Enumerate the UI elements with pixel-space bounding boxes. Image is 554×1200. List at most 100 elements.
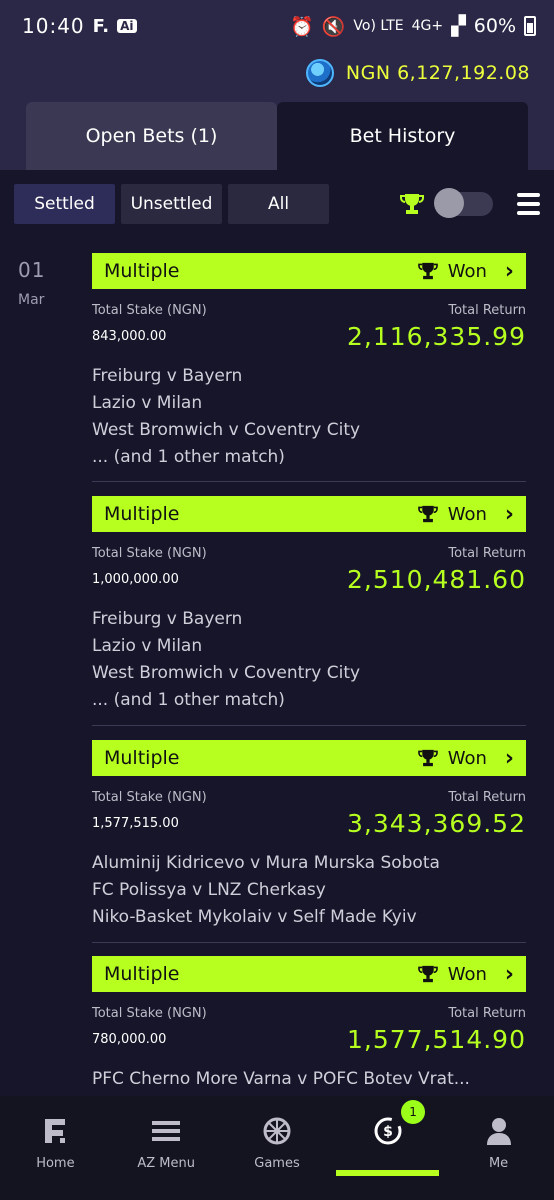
match-list: Aluminij Kidricevo v Mura Murska Sobota … xyxy=(92,850,526,931)
nav-home[interactable]: Home xyxy=(0,1096,111,1200)
bet-type: Multiple xyxy=(104,747,180,769)
stake-amount: 780,000.00 xyxy=(92,1032,167,1047)
bet-status: Won xyxy=(447,260,487,282)
bet-card[interactable]: Multiple Won › Total Stake (NGN) Total R… xyxy=(92,253,526,471)
return-amount: 2,116,335.99 xyxy=(347,322,526,351)
filter-settled-button[interactable]: Settled xyxy=(14,184,116,224)
chevron-right-icon[interactable]: › xyxy=(505,746,514,771)
chevron-right-icon[interactable]: › xyxy=(505,259,514,284)
total-return-label: Total Return xyxy=(448,546,526,561)
alarm-icon: ⏰ xyxy=(290,15,314,38)
match-list: Freiburg v Bayern Lazio v Milan West Bro… xyxy=(92,606,526,714)
list-menu-icon[interactable] xyxy=(516,193,540,215)
match-item: PFC Cherno More Varna v POFC Botev Vrat.… xyxy=(92,1069,470,1089)
bet-type: Multiple xyxy=(104,503,180,525)
nav-my-bets[interactable]: 1 $ xyxy=(332,1096,443,1200)
total-stake-label: Total Stake (NGN) xyxy=(92,1006,207,1021)
svg-text:$: $ xyxy=(383,1124,393,1140)
divider xyxy=(92,481,526,482)
bet-status: Won xyxy=(447,963,487,985)
status-bar: 10:40 F. Ai ⏰ 🔇 Vo) LTE 4G+ ▞ 60% xyxy=(0,0,554,52)
battery-icon xyxy=(524,16,536,36)
total-stake-label: Total Stake (NGN) xyxy=(92,790,207,805)
nav-games[interactable]: Games xyxy=(222,1096,333,1200)
stake-amount: 1,000,000.00 xyxy=(92,572,179,587)
header: NGN 6,127,192.08 Open Bets (1) Bet Histo… xyxy=(0,52,554,170)
bets-count-badge: 1 xyxy=(401,1100,426,1124)
won-trophy-icon xyxy=(417,749,438,767)
total-return-label: Total Return xyxy=(448,303,526,318)
nav-az-menu-label: AZ Menu xyxy=(137,1156,195,1171)
bet-card-header[interactable]: Multiple Won › xyxy=(92,496,526,532)
match-item: ... (and 1 other match) xyxy=(92,447,285,467)
match-list: PFC Cherno More Varna v POFC Botev Vrat.… xyxy=(92,1066,526,1093)
date-group: 01 Mar xyxy=(18,258,58,308)
won-trophy-icon xyxy=(417,965,438,983)
bet-type: Multiple xyxy=(104,260,180,282)
filter-all-button[interactable]: All xyxy=(228,184,330,224)
won-trophy-icon xyxy=(417,262,438,280)
won-trophy-icon xyxy=(417,505,438,523)
match-item: West Bromwich v Coventry City xyxy=(92,420,361,440)
filter-row: Settled Unsettled All xyxy=(14,184,540,224)
bet-status: Won xyxy=(447,747,487,769)
match-item: Niko-Basket Mykolaiv v Self Made Kyiv xyxy=(92,907,417,927)
match-item: Aluminij Kidricevo v Mura Murska Sobota xyxy=(92,853,440,873)
balance-amount: NGN 6,127,192.08 xyxy=(345,62,530,84)
match-item: West Bromwich v Coventry City xyxy=(92,663,361,683)
trophy-icon[interactable] xyxy=(399,191,424,217)
balance-area[interactable]: NGN 6,127,192.08 xyxy=(305,58,530,88)
bet-card-header[interactable]: Multiple Won › xyxy=(92,740,526,776)
signal-label: 4G+ xyxy=(411,18,444,34)
bet-card-header[interactable]: Multiple Won › xyxy=(92,253,526,289)
return-amount: 2,510,481.60 xyxy=(347,565,526,594)
won-only-toggle[interactable] xyxy=(434,188,493,218)
menu-icon xyxy=(152,1116,181,1146)
network-label: Vo) LTE xyxy=(353,18,404,34)
app-f-icon: F. xyxy=(92,15,110,37)
bet-status: Won xyxy=(447,503,487,525)
date-month: Mar xyxy=(18,292,45,308)
games-wheel-icon xyxy=(263,1116,291,1146)
chevron-right-icon[interactable]: › xyxy=(505,962,514,987)
filter-unsettled-button[interactable]: Unsettled xyxy=(121,184,223,224)
date-day: 01 xyxy=(18,258,46,282)
nav-games-label: Games xyxy=(254,1156,300,1171)
match-item: Lazio v Milan xyxy=(92,393,203,413)
match-item: Freiburg v Bayern xyxy=(92,366,243,386)
mybets-icon: $ xyxy=(373,1116,403,1146)
signal-bars-icon: ▞ xyxy=(451,15,466,37)
bet-card[interactable]: Multiple Won › Total Stake (NGN) Total R… xyxy=(92,956,526,1093)
bet-card[interactable]: Multiple Won › Total Stake (NGN) Total R… xyxy=(92,740,526,931)
total-return-label: Total Return xyxy=(448,1006,526,1021)
nav-me[interactable]: Me xyxy=(443,1096,554,1200)
tab-bet-history[interactable]: Bet History xyxy=(277,102,528,170)
divider xyxy=(92,725,526,726)
bet-tabs: Open Bets (1) Bet History xyxy=(26,102,528,170)
mute-icon: 🔇 xyxy=(321,15,346,38)
battery-percent: 60% xyxy=(473,15,516,37)
total-return-label: Total Return xyxy=(448,790,526,805)
nav-home-label: Home xyxy=(36,1156,75,1171)
match-item: Lazio v Milan xyxy=(92,636,203,656)
home-f-icon xyxy=(43,1116,67,1146)
bottom-nav: Home AZ Menu Games 1 $ Me xyxy=(0,1096,554,1200)
avatar[interactable] xyxy=(305,59,334,87)
nav-az-menu[interactable]: AZ Menu xyxy=(111,1096,222,1200)
app-ai-icon: Ai xyxy=(117,19,137,33)
return-amount: 3,343,369.52 xyxy=(347,809,526,838)
bet-type: Multiple xyxy=(104,963,180,985)
user-icon xyxy=(486,1116,512,1146)
stake-amount: 1,577,515.00 xyxy=(92,816,179,831)
total-stake-label: Total Stake (NGN) xyxy=(92,546,207,561)
chevron-right-icon[interactable]: › xyxy=(505,502,514,527)
tab-open-bets[interactable]: Open Bets (1) xyxy=(26,102,277,170)
match-item: Freiburg v Bayern xyxy=(92,609,243,629)
nav-me-label: Me xyxy=(488,1156,509,1171)
bet-card-header[interactable]: Multiple Won › xyxy=(92,956,526,992)
total-stake-label: Total Stake (NGN) xyxy=(92,303,207,318)
return-amount: 1,577,514.90 xyxy=(347,1025,526,1054)
bet-card[interactable]: Multiple Won › Total Stake (NGN) Total R… xyxy=(92,496,526,714)
status-time: 10:40 xyxy=(22,14,85,38)
match-item: FC Polissya v LNZ Cherkasy xyxy=(92,880,326,900)
